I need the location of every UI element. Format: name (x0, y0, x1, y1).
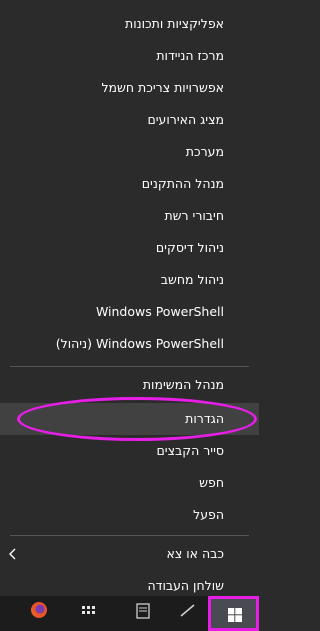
menu-item-label: אפליקציות ותכונות (125, 16, 224, 31)
menu-item-network-connections[interactable]: חיבורי רשת (0, 200, 259, 232)
menu-item-label: Windows PowerShell (95, 304, 224, 319)
menu-item-apps-and-features[interactable]: אפליקציות ותכונות (0, 8, 259, 40)
menu-item-event-viewer[interactable]: מציג האירועים (0, 104, 259, 136)
winx-context-menu: אפליקציות ותכונות מרכז הניידות אפשרויות … (0, 0, 259, 596)
chevron-left-icon (9, 548, 16, 560)
menu-item-label: סייר הקבצים (156, 443, 225, 458)
menu-item-powershell-admin[interactable]: Windows PowerShell (ניהול) (0, 328, 259, 360)
menu-item-system[interactable]: מערכת (0, 136, 259, 168)
menu-item-run[interactable]: הפעל (0, 499, 259, 531)
menu-item-label: מנהל ההתקנים (141, 176, 224, 191)
menu-item-label: מציג האירועים (147, 112, 224, 127)
calculator-icon[interactable] (77, 596, 103, 631)
menu-item-label: הגדרות (185, 411, 224, 426)
menu-item-file-explorer[interactable]: סייר הקבצים (0, 435, 259, 467)
menu-item-label: מרכז הניידות (156, 48, 224, 63)
menu-item-label: מנהל המשימות (142, 377, 224, 392)
menu-item-device-manager[interactable]: מנהל ההתקנים (0, 168, 259, 200)
menu-separator (10, 535, 249, 536)
menu-item-computer-management[interactable]: ניהול מחשב (0, 264, 259, 296)
windows-start-icon (228, 608, 242, 622)
menu-item-shutdown-or-signout[interactable]: כבה או צא (0, 538, 259, 570)
pen-icon[interactable] (175, 596, 201, 631)
menu-item-label: חפש (199, 475, 224, 490)
menu-item-powershell[interactable]: Windows PowerShell (0, 296, 259, 328)
firefox-icon[interactable] (24, 596, 54, 631)
menu-item-label: ניהול דיסקים (155, 240, 224, 255)
menu-item-disk-management[interactable]: ניהול דיסקים (0, 232, 259, 264)
menu-item-settings[interactable]: הגדרות (0, 403, 259, 435)
menu-separator (10, 366, 249, 367)
menu-item-label: אפשרויות צריכת חשמל (101, 80, 224, 95)
menu-item-label: חיבורי רשת (164, 208, 224, 223)
menu-item-label: מערכת (185, 144, 224, 159)
menu-item-label: Windows PowerShell (ניהול) (55, 336, 224, 351)
document-icon[interactable] (130, 596, 156, 631)
menu-item-label: הפעל (193, 507, 224, 522)
menu-item-task-manager[interactable]: מנהל המשימות (0, 369, 259, 401)
menu-item-label: כבה או צא (166, 546, 224, 561)
menu-item-power-options[interactable]: אפשרויות צריכת חשמל (0, 72, 259, 104)
menu-item-label: ניהול מחשב (160, 272, 224, 287)
menu-item-mobility-center[interactable]: מרכז הניידות (0, 40, 259, 72)
menu-item-search[interactable]: חפש (0, 467, 259, 499)
windows-start-button[interactable] (208, 596, 259, 631)
